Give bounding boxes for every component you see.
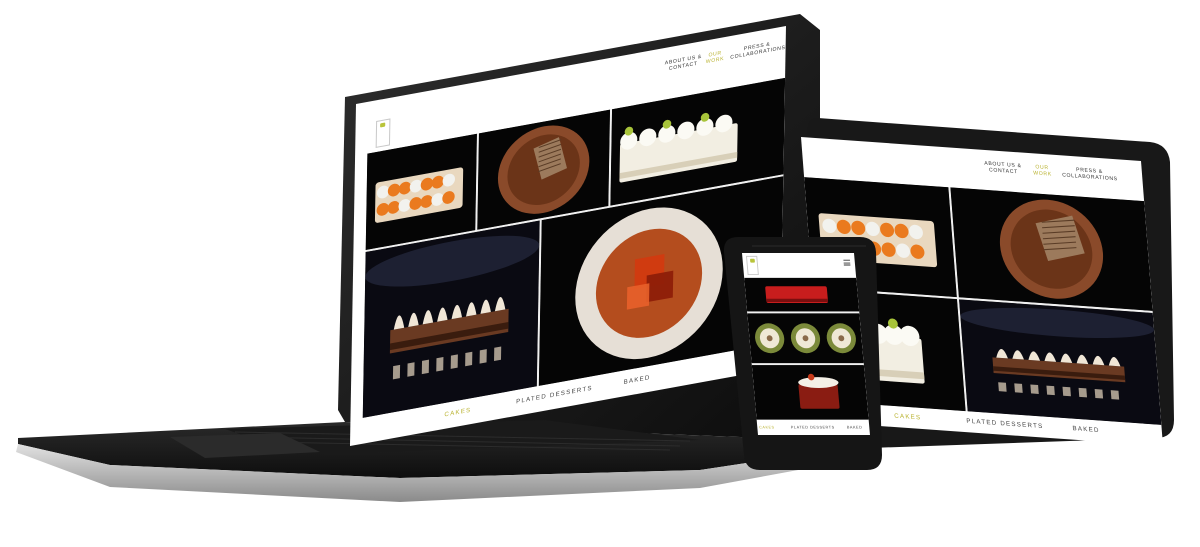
- gallery-tile[interactable]: [362, 220, 540, 418]
- site-logo[interactable]: [745, 255, 759, 276]
- tab-cakes[interactable]: CAKES: [444, 407, 471, 418]
- gallery-tile[interactable]: [747, 313, 864, 364]
- nav-about-contact[interactable]: ABOUT US & CONTACT: [663, 53, 704, 73]
- three-tarts: [747, 313, 864, 364]
- nav-our-work[interactable]: OUR WORK: [704, 49, 727, 66]
- chocolate-tart-plate: [950, 187, 1153, 311]
- tab-baked[interactable]: BAKED: [1072, 426, 1100, 434]
- meringue-chocolate-bar: [959, 299, 1162, 425]
- nav-press-collaborations[interactable]: PRESS & COLLABORATIONS: [1061, 166, 1118, 183]
- gallery-tile[interactable]: [950, 187, 1153, 311]
- tab-cakes[interactable]: CAKES: [759, 424, 775, 429]
- gallery-tile[interactable]: [744, 277, 860, 312]
- nav-press-collaborations[interactable]: PRESS & COLLABORATIONS: [730, 39, 785, 61]
- phone-screen: CAKES PLATED DESSERTS BAKED: [742, 253, 870, 436]
- red-cake-slice: [744, 277, 860, 312]
- tab-cakes[interactable]: CAKES: [894, 413, 922, 421]
- hamburger-icon[interactable]: [843, 259, 851, 266]
- leaf-logo-icon: [749, 258, 755, 263]
- category-tabs: CAKES PLATED DESSERTS BAKED: [757, 423, 870, 434]
- site-logo[interactable]: [375, 118, 391, 148]
- gallery-tile[interactable]: [365, 133, 477, 250]
- tab-baked[interactable]: BAKED: [847, 424, 863, 429]
- tab-baked[interactable]: BAKED: [624, 375, 651, 386]
- leaf-logo-icon: [380, 122, 386, 128]
- gallery-tile[interactable]: [959, 299, 1162, 425]
- log-cake: [751, 365, 869, 420]
- photo-list: [744, 277, 869, 420]
- gallery-tile[interactable]: [751, 365, 869, 420]
- tab-plated-desserts[interactable]: PLATED DESSERTS: [516, 385, 593, 405]
- orange-spheres-cake: [365, 133, 477, 250]
- meringue-chocolate-bar: [362, 220, 540, 418]
- nav-about-contact[interactable]: ABOUT US & CONTACT: [981, 160, 1025, 176]
- nav-our-work[interactable]: OUR WORK: [1031, 164, 1055, 178]
- tab-plated-desserts[interactable]: PLATED DESSERTS: [966, 418, 1044, 430]
- tab-plated-desserts[interactable]: PLATED DESSERTS: [791, 424, 835, 429]
